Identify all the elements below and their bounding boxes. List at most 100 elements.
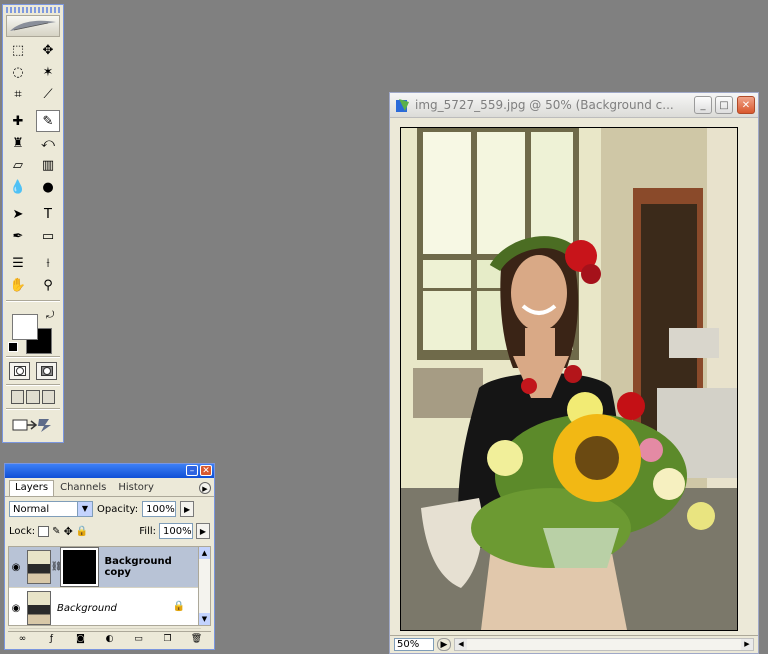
scroll-up-icon[interactable]: ▲ (199, 547, 210, 559)
lock-transparency-icon[interactable] (38, 525, 50, 537)
fill-slider-button[interactable]: ▶ (196, 523, 210, 539)
type-icon[interactable]: T (36, 203, 60, 225)
lasso-icon[interactable]: ◌ (6, 61, 30, 83)
adjustment-layer-icon[interactable]: ◐ (104, 634, 116, 644)
layer-name: Background copy (104, 556, 172, 578)
standard-screen-icon[interactable] (11, 390, 25, 404)
quick-mask-icon[interactable] (36, 362, 57, 380)
swap-colors-icon[interactable]: ⤾ (46, 310, 54, 321)
chevron-down-icon[interactable]: ▼ (77, 502, 92, 516)
layers-bottom-toolbar: ∞ ƒ ◙ ◐ ▭ ❐ 🗑 (8, 631, 211, 646)
scroll-right-icon[interactable]: ▶ (741, 639, 753, 650)
mask-link-icon[interactable]: ⛓ (51, 562, 62, 572)
window-minimize-button[interactable]: _ (694, 96, 712, 114)
palette-minimize-button[interactable]: – (186, 465, 198, 476)
lock-label: Lock: (9, 525, 36, 537)
tab-history[interactable]: History (112, 480, 160, 496)
blur-icon[interactable]: 💧 (6, 176, 30, 198)
zoom-field[interactable]: 50% (394, 638, 434, 651)
horizontal-scrollbar[interactable]: ◀ ▶ (454, 638, 754, 651)
new-group-icon[interactable]: ▭ (133, 634, 145, 644)
pen-icon[interactable]: ✒ (6, 225, 30, 247)
opacity-field[interactable]: 100% (142, 501, 177, 517)
mask-mode-row (3, 362, 63, 380)
opacity-label: Opacity: (97, 503, 139, 515)
layer-style-icon[interactable]: ƒ (46, 634, 58, 644)
full-screen-icon[interactable] (41, 390, 55, 404)
path-select-icon[interactable]: ➤ (6, 203, 30, 225)
layer-thumbnail (26, 550, 51, 584)
feather-logo-icon[interactable] (6, 15, 60, 37)
layer-row-background[interactable]: ◉ Background 🔒 (9, 588, 201, 629)
color-swatches: ⤾ (6, 306, 60, 354)
document-titlebar[interactable]: img_5727_559.jpg @ 50% (Background c... … (390, 93, 758, 118)
toolbox-divider (6, 356, 60, 358)
screen-mode-row (3, 390, 63, 404)
toolbox-divider (6, 408, 60, 410)
toolbox-divider (6, 300, 60, 302)
hand-icon[interactable]: ✋ (6, 274, 30, 296)
visibility-eye-icon[interactable]: ◉ (9, 603, 23, 614)
link-layers-icon[interactable]: ∞ (17, 634, 29, 644)
tool-grid: ⬚ ✥ ◌ ✶ ⌗ ⟋ ✚ ✎ ♜ ⤺ ▱ ▥ 💧 ● ➤ T ✒ ▭ ☰ ⟊ ✋ ⚲ (3, 39, 63, 296)
layers-palette-titlebar[interactable]: – ✕ (5, 464, 214, 478)
toolbox-panel: ⬚ ✥ ◌ ✶ ⌗ ⟋ ✚ ✎ ♜ ⤺ ▱ ▥ 💧 ● ➤ T ✒ ▭ ☰ ⟊ ✋ ⚲ ⤾ (2, 4, 64, 443)
toolbox-divider (6, 384, 60, 386)
layer-mask-thumbnail[interactable] (59, 547, 100, 587)
layer-lock-icon: 🔒 (172, 601, 185, 612)
layers-scrollbar[interactable]: ▲ ▼ (198, 546, 211, 626)
lock-all-icon[interactable]: 🔒 (76, 526, 88, 537)
document-title: img_5727_559.jpg @ 50% (Background c... (415, 98, 674, 112)
window-close-button[interactable]: ✕ (737, 96, 755, 114)
magic-wand-icon[interactable]: ✶ (36, 61, 60, 83)
full-screen-menu-icon[interactable] (26, 390, 40, 404)
move-icon[interactable]: ✥ (36, 39, 60, 61)
clone-stamp-icon[interactable]: ♜ (6, 132, 30, 154)
shape-icon[interactable]: ▭ (36, 225, 60, 247)
document-statusbar: 50% ▶ ◀ ▶ (390, 635, 758, 653)
layer-list: ◉ ⛓ Background copy ◉ Background 🔒 (8, 546, 202, 629)
standard-mode-icon[interactable] (9, 362, 30, 380)
gradient-icon[interactable]: ▥ (36, 154, 60, 176)
history-brush-icon[interactable]: ⤺ (36, 132, 60, 154)
zoom-icon[interactable]: ⚲ (36, 274, 60, 296)
notes-icon[interactable]: ☰ (6, 252, 30, 274)
palette-menu-icon[interactable]: ▶ (199, 482, 211, 494)
layer-name: Background (57, 602, 117, 614)
photo-content (401, 128, 737, 630)
slice-icon[interactable]: ⟋ (36, 83, 60, 105)
document-window: img_5727_559.jpg @ 50% (Background c... … (389, 92, 759, 654)
dodge-icon[interactable]: ● (36, 176, 60, 198)
brush-icon[interactable]: ✎ (36, 110, 60, 132)
eraser-icon[interactable]: ▱ (6, 154, 30, 176)
window-maximize-button[interactable]: □ (715, 96, 733, 114)
image-canvas[interactable] (400, 127, 738, 631)
tab-channels[interactable]: Channels (54, 480, 112, 496)
jump-to-imageready-icon[interactable] (11, 416, 55, 434)
layer-row-background-copy[interactable]: ◉ ⛓ Background copy (9, 547, 201, 588)
default-colors-icon[interactable] (8, 342, 18, 352)
palette-close-button[interactable]: ✕ (200, 465, 212, 476)
healing-brush-icon[interactable]: ✚ (6, 110, 30, 132)
blend-mode-select[interactable]: Normal ▼ (9, 501, 93, 517)
add-mask-icon[interactable]: ◙ (75, 634, 87, 644)
crop-icon[interactable]: ⌗ (6, 83, 30, 105)
scroll-left-icon[interactable]: ◀ (455, 639, 467, 650)
lock-image-icon[interactable]: ✎ (52, 526, 60, 537)
tab-layers[interactable]: Layers (9, 480, 55, 496)
fill-field[interactable]: 100% (159, 523, 193, 539)
opacity-slider-button[interactable]: ▶ (180, 501, 195, 517)
eyedropper-icon[interactable]: ⟊ (36, 252, 60, 274)
visibility-eye-icon[interactable]: ◉ (9, 562, 23, 573)
blend-mode-value: Normal (13, 504, 50, 515)
toolbox-grip[interactable] (6, 7, 60, 13)
trash-icon[interactable]: 🗑 (191, 634, 203, 644)
foreground-color-swatch[interactable] (12, 314, 38, 340)
scroll-down-icon[interactable]: ▼ (199, 613, 210, 625)
new-layer-icon[interactable]: ❐ (162, 634, 174, 644)
lock-position-icon[interactable]: ✥ (64, 525, 73, 538)
status-menu-icon[interactable]: ▶ (437, 638, 451, 651)
document-vertical-edge (746, 127, 756, 629)
rect-marquee-icon[interactable]: ⬚ (6, 39, 30, 61)
blend-opacity-row: Normal ▼ Opacity: 100% ▶ (5, 497, 214, 521)
